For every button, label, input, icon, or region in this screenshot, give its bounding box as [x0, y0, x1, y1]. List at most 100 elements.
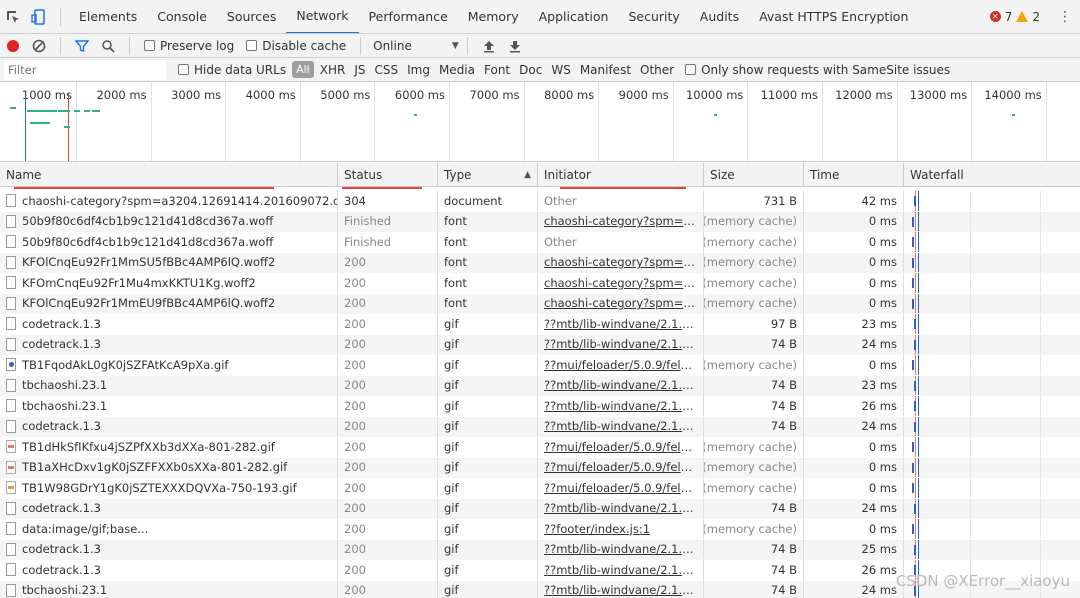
filter-type-font[interactable]: Font	[481, 63, 513, 77]
request-row[interactable]: TB1W98GDrY1gK0jSZTEXXXDQVXa-750-193.gif …	[0, 478, 1080, 499]
request-row[interactable]: TB1aXHcDxv1gK0jSZFFXXb0sXXa-801-282.gif …	[0, 457, 1080, 478]
tab-application[interactable]: Application	[529, 0, 619, 33]
column-initiator[interactable]: Initiator	[538, 163, 704, 186]
search-button[interactable]	[97, 35, 119, 57]
initiator-cell[interactable]: ??mtb/lib-windvane/2.1.12/...	[538, 334, 704, 354]
tab-memory[interactable]: Memory	[458, 0, 529, 33]
request-name-cell[interactable]: TB1aXHcDxv1gK0jSZFFXXb0sXXa-801-282.gif	[0, 457, 338, 477]
device-toolbar-icon[interactable]	[28, 6, 50, 28]
request-name-cell[interactable]: 50b9f80c6df4cb1b9c121d41d8cd367a.woff	[0, 232, 338, 252]
filter-type-ws[interactable]: WS	[548, 63, 573, 77]
filter-type-other[interactable]: Other	[637, 63, 677, 77]
initiator-cell[interactable]: chaoshi-category?spm=a32...	[538, 293, 704, 313]
export-har-button[interactable]	[504, 35, 526, 57]
request-name-cell[interactable]: tbchaoshi.23.1	[0, 375, 338, 395]
network-overview[interactable]: 1000 ms 2000 ms 3000 ms 4000 ms 5000 ms 6000 …	[0, 82, 1080, 162]
initiator-cell[interactable]: ??mui/feloader/5.0.9/feload...	[538, 355, 704, 375]
initiator-link[interactable]: ??mui/feloader/5.0.9/feload...	[544, 460, 697, 474]
request-row[interactable]: tbchaoshi.23.1 200 gif ??mtb/lib-windvan…	[0, 375, 1080, 396]
request-name-cell[interactable]: TB1dHkSfIKfxu4jSZPfXXb3dXXa-801-282.gif	[0, 437, 338, 457]
tab-elements[interactable]: Elements	[69, 0, 147, 33]
initiator-cell[interactable]: chaoshi-category?spm=a32...	[538, 211, 704, 231]
request-row[interactable]: codetrack.1.3 200 gif ??mtb/lib-windvane…	[0, 416, 1080, 437]
column-waterfall[interactable]: Waterfall	[904, 163, 1080, 186]
preserve-log-checkbox[interactable]: Preserve log	[144, 39, 234, 53]
initiator-link[interactable]: ??mtb/lib-windvane/2.1.12/...	[544, 317, 697, 331]
column-size[interactable]: Size	[704, 163, 804, 186]
hide-data-urls-checkbox[interactable]: Hide data URLs	[178, 63, 286, 77]
initiator-link[interactable]: ??mtb/lib-windvane/2.1.12/...	[544, 337, 697, 351]
tab-sources[interactable]: Sources	[217, 0, 286, 33]
request-name-cell[interactable]: codetrack.1.3	[0, 416, 338, 436]
initiator-link[interactable]: ??mui/feloader/5.0.9/feload...	[544, 358, 697, 372]
initiator-link[interactable]: ??mtb/lib-windvane/2.1.12/...	[544, 419, 697, 433]
initiator-cell[interactable]: ??mtb/lib-windvane/2.1.12/...	[538, 539, 704, 559]
initiator-cell[interactable]: ??mtb/lib-windvane/2.1.12/...	[538, 560, 704, 580]
tab-avast-https-encryption[interactable]: Avast HTTPS Encryption	[749, 0, 918, 33]
request-row[interactable]: KFOlCnqEu92Fr1MmEU9fBBc4AMP6lQ.woff2 200…	[0, 293, 1080, 314]
record-button[interactable]	[2, 35, 24, 57]
request-name-cell[interactable]: tbchaoshi.23.1	[0, 580, 338, 598]
request-name-cell[interactable]: TB1W98GDrY1gK0jSZTEXXXDQVXa-750-193.gif	[0, 478, 338, 498]
column-status[interactable]: Status	[338, 163, 438, 186]
initiator-cell[interactable]: ??mui/feloader/5.0.9/feload...	[538, 478, 704, 498]
checkbox-box[interactable]	[178, 64, 189, 75]
request-row[interactable]: TB1dHkSfIKfxu4jSZPfXXb3dXXa-801-282.gif …	[0, 437, 1080, 458]
column-time[interactable]: Time	[804, 163, 904, 186]
initiator-link[interactable]: ??mtb/lib-windvane/2.1.12/...	[544, 501, 697, 515]
initiator-link[interactable]: chaoshi-category?spm=a32...	[544, 276, 697, 290]
initiator-link[interactable]: ??mtb/lib-windvane/2.1.12/...	[544, 563, 697, 577]
request-name-cell[interactable]: codetrack.1.3	[0, 498, 338, 518]
filter-type-doc[interactable]: Doc	[516, 63, 545, 77]
filter-type-manifest[interactable]: Manifest	[577, 63, 634, 77]
filter-type-js[interactable]: JS	[351, 63, 368, 77]
request-row[interactable]: codetrack.1.3 200 gif ??mtb/lib-windvane…	[0, 498, 1080, 519]
initiator-cell[interactable]: ??mtb/lib-windvane/2.1.12/...	[538, 498, 704, 518]
issue-counters[interactable]: ✕ 7 2 ⋮	[989, 9, 1080, 25]
request-row[interactable]: KFOmCnqEu92Fr1Mu4mxKKTU1Kg.woff2 200 fon…	[0, 273, 1080, 294]
request-name-cell[interactable]: KFOlCnqEu92Fr1MmEU9fBBc4AMP6lQ.woff2	[0, 293, 338, 313]
inspect-element-icon[interactable]	[2, 6, 24, 28]
filter-button[interactable]	[71, 35, 93, 57]
initiator-cell[interactable]: ??mtb/lib-windvane/2.1.12/...	[538, 314, 704, 334]
initiator-link[interactable]: chaoshi-category?spm=a32...	[544, 255, 697, 269]
request-row[interactable]: data:image/gif;base... 200 gif ??footer/…	[0, 519, 1080, 540]
initiator-link[interactable]: ??mtb/lib-windvane/2.1.12/...	[544, 583, 697, 597]
initiator-link[interactable]: chaoshi-category?spm=a32...	[544, 296, 697, 310]
filter-input[interactable]	[4, 59, 166, 80]
initiator-link[interactable]: ??mtb/lib-windvane/2.1.12/...	[544, 399, 697, 413]
filter-type-img[interactable]: Img	[404, 63, 433, 77]
checkbox-box[interactable]	[144, 40, 155, 51]
request-name-cell[interactable]: codetrack.1.3	[0, 539, 338, 559]
initiator-cell[interactable]: ??mtb/lib-windvane/2.1.12/...	[538, 375, 704, 395]
request-name-cell[interactable]: 50b9f80c6df4cb1b9c121d41d8cd367a.woff	[0, 211, 338, 231]
request-name-cell[interactable]: TB1FqodAkL0gK0jSZFAtKcA9pXa.gif	[0, 355, 338, 375]
clear-button[interactable]	[28, 35, 50, 57]
throttling-select[interactable]: Online ▼	[373, 39, 459, 53]
checkbox-box[interactable]	[246, 40, 258, 51]
initiator-cell[interactable]: chaoshi-category?spm=a32...	[538, 252, 704, 272]
initiator-link[interactable]: ??mui/feloader/5.0.9/feload...	[544, 440, 697, 454]
request-row[interactable]: 50b9f80c6df4cb1b9c121d41d8cd367a.woff Fi…	[0, 211, 1080, 232]
request-row[interactable]: chaoshi-category?spm=a3204.12691414.2016…	[0, 191, 1080, 212]
import-har-button[interactable]	[478, 35, 500, 57]
request-name-cell[interactable]: KFOmCnqEu92Fr1Mu4mxKKTU1Kg.woff2	[0, 273, 338, 293]
initiator-cell[interactable]: ??mui/feloader/5.0.9/feload...	[538, 437, 704, 457]
request-name-cell[interactable]: tbchaoshi.23.1	[0, 396, 338, 416]
initiator-cell[interactable]: ??mtb/lib-windvane/2.1.12/...	[538, 580, 704, 598]
request-name-cell[interactable]: chaoshi-category?spm=a3204.12691414.2016…	[0, 191, 338, 211]
initiator-cell[interactable]: ??mtb/lib-windvane/2.1.12/...	[538, 416, 704, 436]
request-name-cell[interactable]: codetrack.1.3	[0, 560, 338, 580]
request-row[interactable]: tbchaoshi.23.1 200 gif ??mtb/lib-windvan…	[0, 396, 1080, 417]
initiator-cell[interactable]: chaoshi-category?spm=a32...	[538, 273, 704, 293]
column-type[interactable]: Type ▲	[438, 163, 538, 186]
initiator-link[interactable]: ??footer/index.js:1	[544, 522, 650, 536]
request-name-cell[interactable]: codetrack.1.3	[0, 334, 338, 354]
request-name-cell[interactable]: codetrack.1.3	[0, 314, 338, 334]
initiator-link[interactable]: ??mtb/lib-windvane/2.1.12/...	[544, 378, 697, 392]
filter-type-all[interactable]: All	[292, 61, 314, 78]
more-options-icon[interactable]: ⋮	[1058, 9, 1072, 25]
initiator-link[interactable]: chaoshi-category?spm=a32...	[544, 214, 697, 228]
tab-audits[interactable]: Audits	[690, 0, 749, 33]
tab-security[interactable]: Security	[618, 0, 689, 33]
